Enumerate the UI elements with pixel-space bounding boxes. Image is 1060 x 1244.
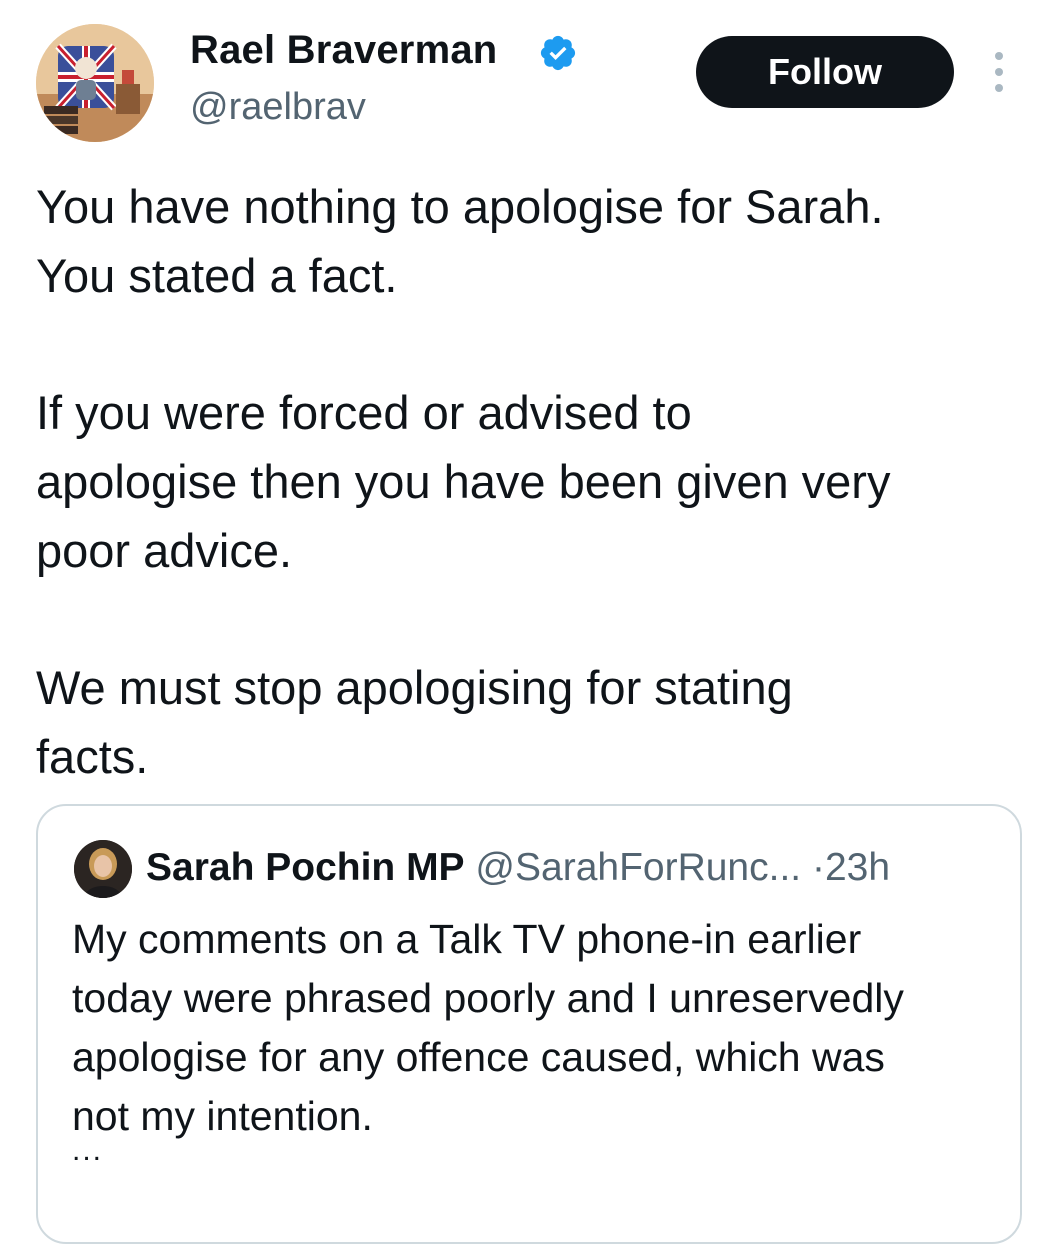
author-avatar[interactable] xyxy=(36,24,154,142)
tweet-line: If you were forced or advised to xyxy=(36,386,692,439)
quoted-tweet-card[interactable]: Sarah Pochin MP @SarahForRunc... ·23h My… xyxy=(36,804,1022,1244)
separator-dot: · xyxy=(811,846,825,889)
verified-badge-icon xyxy=(540,35,576,71)
quoted-line: not my intention. xyxy=(72,1093,373,1139)
quoted-tweet-text: My comments on a Talk TV phone-in earlie… xyxy=(72,910,1012,1146)
more-vertical-icon[interactable] xyxy=(984,48,1014,96)
follow-button[interactable]: Follow xyxy=(696,36,954,108)
quoted-timestamp[interactable]: 23h xyxy=(825,846,890,889)
tweet-line: You stated a fact. xyxy=(36,249,398,302)
tweet-line: apologise then you have been given very xyxy=(36,455,891,508)
tweet-text: You have nothing to apologise for Sarah.… xyxy=(36,172,1036,859)
tweet-line: You have nothing to apologise for Sarah. xyxy=(36,180,884,233)
quoted-author-avatar[interactable] xyxy=(74,840,132,898)
author-handle[interactable]: @raelbrav xyxy=(190,86,366,129)
tweet-paragraph: You have nothing to apologise for Sarah.… xyxy=(36,172,1036,310)
avatar-image xyxy=(36,24,154,142)
author-name[interactable]: Rael Braverman xyxy=(190,28,497,73)
tweet-line: We must stop apologising for stating xyxy=(36,661,793,714)
tweet-line: facts. xyxy=(36,730,149,783)
quoted-line: today were phrased poorly and I unreserv… xyxy=(72,975,904,1021)
quoted-truncation-ellipsis: ... xyxy=(72,1134,104,1167)
tweet-paragraph: We must stop apologising for stating fac… xyxy=(36,653,1036,791)
quoted-author-handle[interactable]: @SarahForRunc... xyxy=(475,846,801,889)
tweet-paragraph: If you were forced or advised to apologi… xyxy=(36,378,1036,585)
quoted-avatar-image xyxy=(74,840,132,898)
quoted-tweet-header: Sarah Pochin MP @SarahForRunc... ·23h xyxy=(146,844,890,892)
quoted-line: My comments on a Talk TV phone-in earlie… xyxy=(72,916,862,962)
quoted-author-name[interactable]: Sarah Pochin MP xyxy=(146,846,465,889)
tweet-line: poor advice. xyxy=(36,524,293,577)
quoted-line: apologise for any offence caused, which … xyxy=(72,1034,885,1080)
